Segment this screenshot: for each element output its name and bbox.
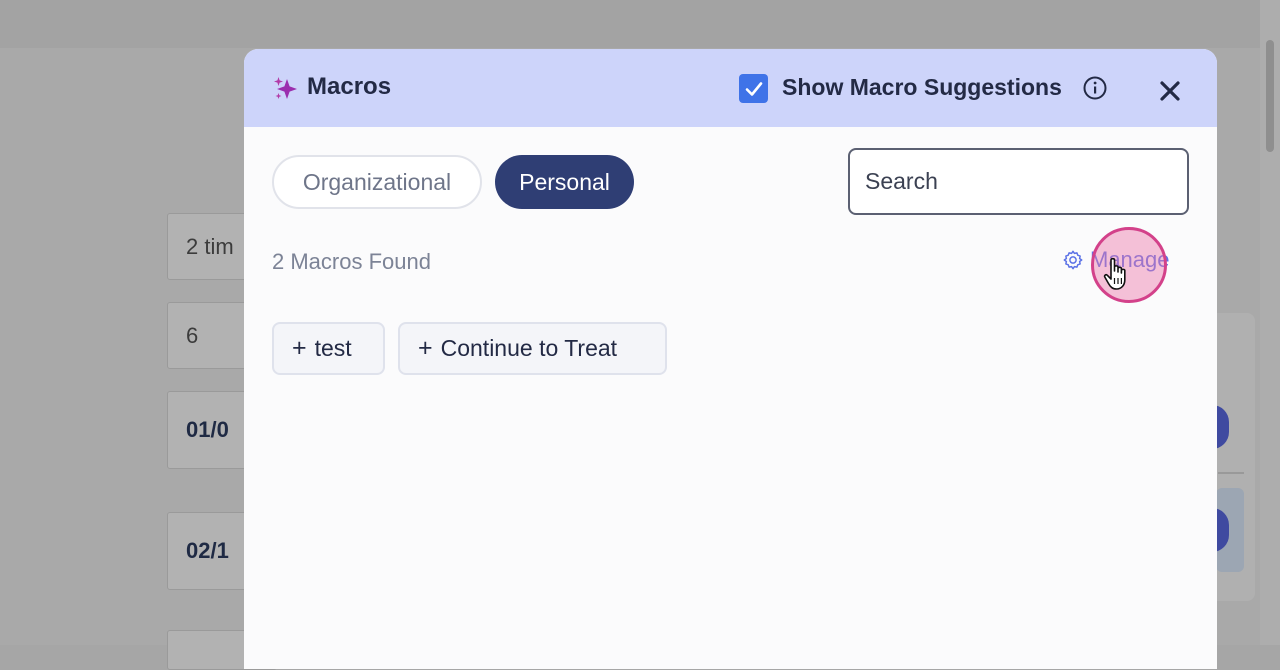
- gear-icon: [1063, 250, 1083, 270]
- macro-chip-label: Continue to Treat: [440, 335, 618, 361]
- macros-modal: Macros Show Macro Suggestions Organizati…: [244, 49, 1217, 669]
- plus-icon: +: [292, 334, 307, 362]
- page-scrollbar-thumb[interactable]: [1266, 40, 1274, 152]
- macros-count: 2 Macros Found: [272, 249, 431, 274]
- modal-header: Macros Show Macro Suggestions: [244, 49, 1217, 127]
- sparkle-icon: [274, 77, 297, 99]
- pointer-hand-icon: [1103, 257, 1126, 290]
- background-top-bar: [0, 0, 1260, 48]
- macro-chip-continue-to-treat[interactable]: + Continue to Treat: [398, 322, 667, 375]
- show-suggestions-checkbox[interactable]: [739, 74, 768, 103]
- tab-organizational[interactable]: Organizational: [272, 155, 482, 209]
- info-icon[interactable]: [1082, 75, 1108, 101]
- macro-chip-test[interactable]: + test: [272, 322, 385, 375]
- background-divider: [1218, 472, 1244, 474]
- plus-icon: +: [418, 334, 433, 362]
- macro-chip-label: test: [314, 335, 352, 361]
- tab-personal[interactable]: Personal: [495, 155, 634, 209]
- close-icon[interactable]: [1156, 77, 1184, 105]
- checkbox-checked-icon: [745, 81, 762, 96]
- show-suggestions-label[interactable]: Show Macro Suggestions: [782, 74, 1062, 101]
- search-input[interactable]: [848, 148, 1189, 215]
- modal-title: Macros: [307, 73, 392, 100]
